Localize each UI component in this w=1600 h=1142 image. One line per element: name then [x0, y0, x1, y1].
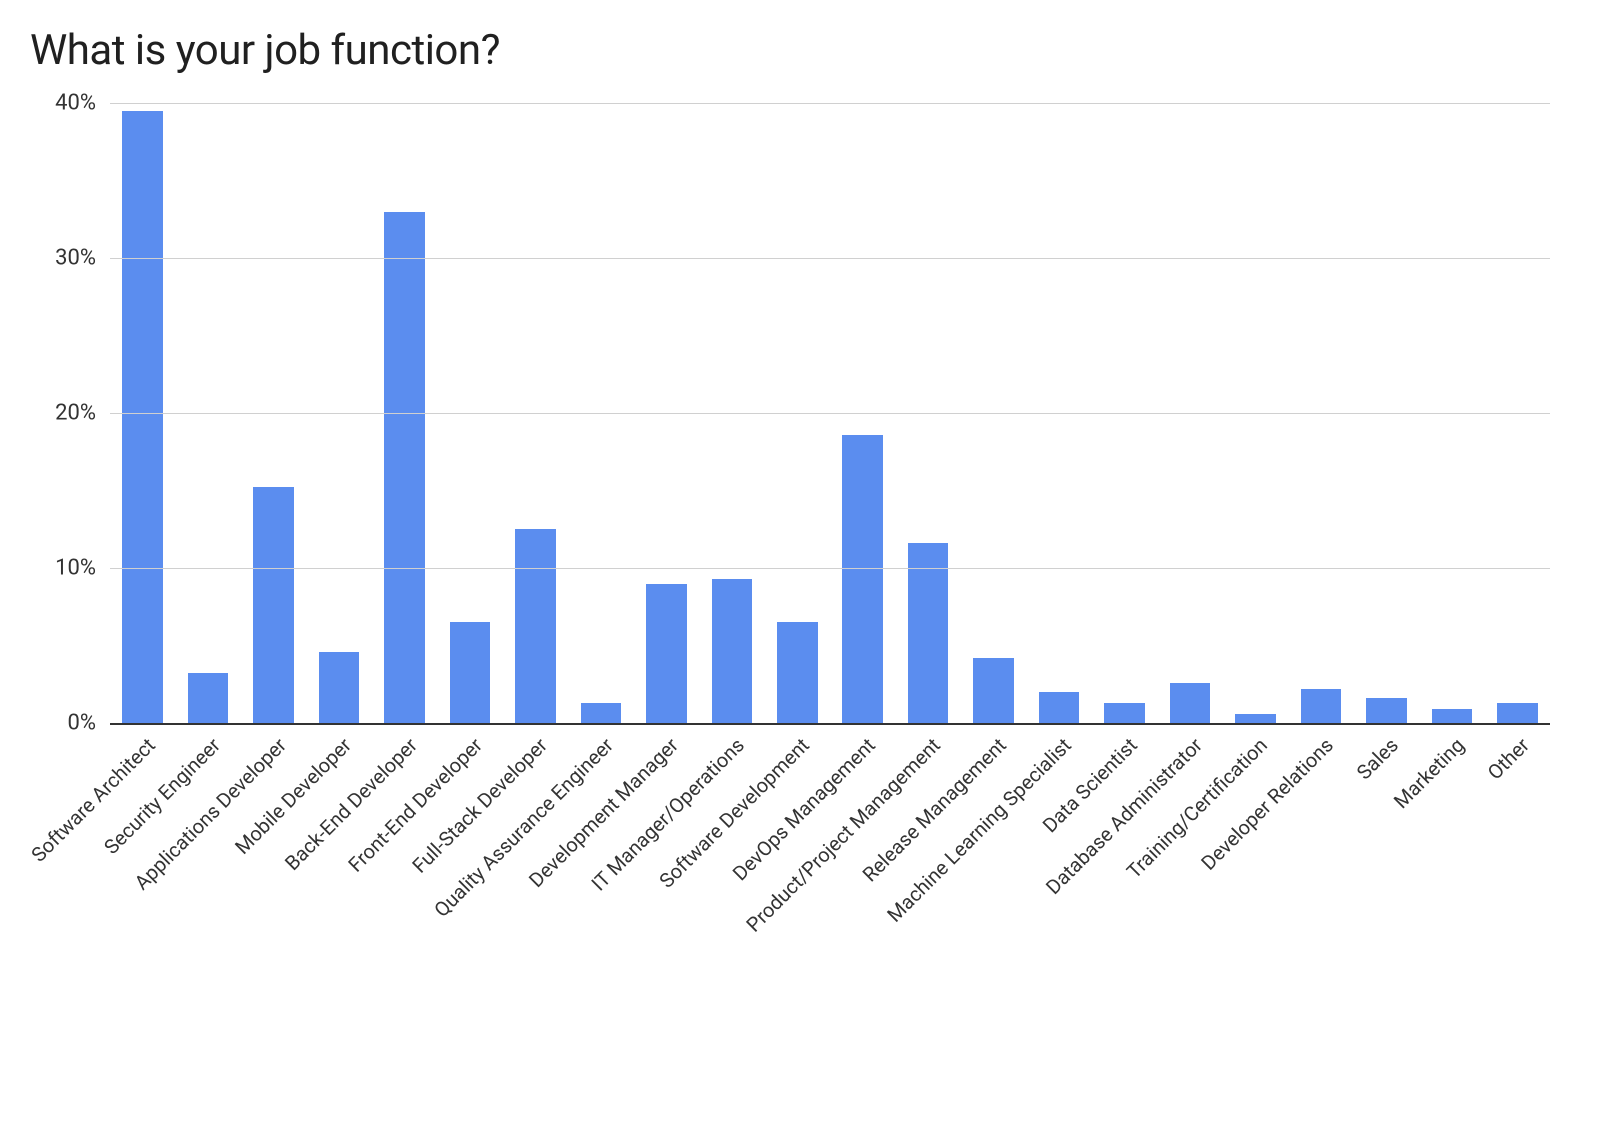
gridline — [110, 723, 1550, 724]
y-tick-label: 10% — [55, 556, 110, 581]
y-tick-label: 0% — [68, 711, 110, 736]
bar — [581, 703, 622, 723]
chart-title: What is your job function? — [30, 26, 1570, 75]
bar — [1104, 703, 1145, 723]
bar — [1432, 709, 1473, 723]
bar — [450, 622, 491, 723]
bar-chart: What is your job function? 0%10%20%30%40… — [0, 0, 1600, 1142]
plot-area: 0%10%20%30%40% — [110, 103, 1550, 725]
bar — [1497, 703, 1538, 723]
bar — [908, 543, 949, 723]
bar — [122, 111, 163, 723]
gridline — [110, 103, 1550, 104]
bar — [1301, 689, 1342, 723]
gridline — [110, 258, 1550, 259]
x-tick-label: Security Engineer — [99, 733, 225, 859]
bar — [1235, 714, 1276, 723]
bar — [253, 487, 294, 723]
x-tick-label: Mobile Developer — [230, 733, 356, 859]
bar — [646, 584, 687, 724]
y-tick-label: 30% — [55, 246, 110, 271]
x-tick-label: Other — [1483, 733, 1534, 784]
y-tick-label: 20% — [55, 401, 110, 426]
bar — [1366, 698, 1407, 723]
bar — [188, 673, 229, 723]
bar — [1170, 683, 1211, 723]
y-tick-label: 40% — [55, 91, 110, 116]
bar — [777, 622, 818, 723]
x-tick-label: Marketing — [1389, 733, 1469, 813]
bar — [384, 212, 425, 724]
bar — [842, 435, 883, 723]
bar — [515, 529, 556, 723]
gridline — [110, 413, 1550, 414]
plot-wrap: 0%10%20%30%40% Software ArchitectSecurit… — [30, 103, 1570, 1105]
x-axis: Software ArchitectSecurity EngineerAppli… — [110, 725, 1550, 1105]
bar — [1039, 692, 1080, 723]
gridline — [110, 568, 1550, 569]
bar — [712, 579, 753, 723]
x-tick-label: Sales — [1352, 733, 1403, 784]
bar — [973, 658, 1014, 723]
bar — [319, 652, 360, 723]
